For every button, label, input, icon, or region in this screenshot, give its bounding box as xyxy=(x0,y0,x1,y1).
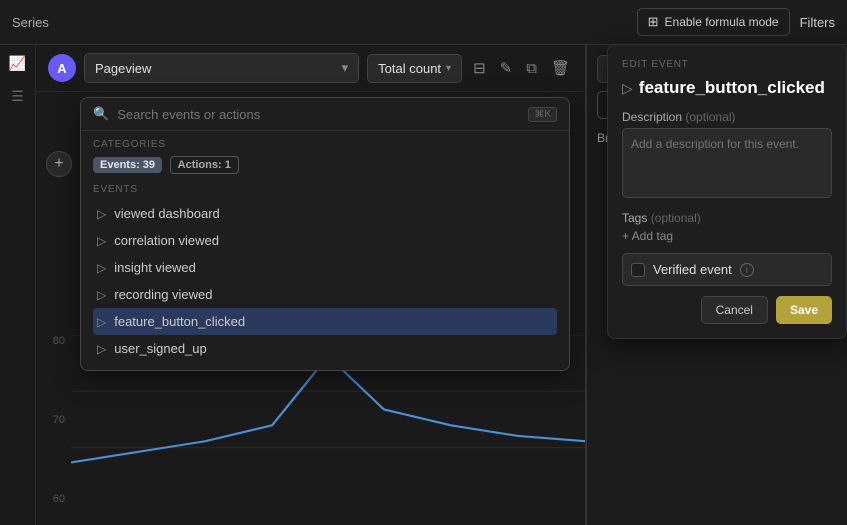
event-cursor-icon: ▷ xyxy=(97,261,106,275)
list-item-selected[interactable]: ▷ feature_button_clicked xyxy=(93,308,557,335)
event-cursor-icon: ▷ xyxy=(97,342,106,356)
event-search-dropdown: 🔍 ⌘K CATEGORIES Events: 39 Actions: 1 EV… xyxy=(80,97,570,371)
y-axis-labels: 80 70 60 xyxy=(36,335,71,505)
event-cursor-icon: ▷ xyxy=(97,207,106,221)
tags-section: Tags (optional) + Add tag xyxy=(622,211,832,243)
cancel-button[interactable]: Cancel xyxy=(701,296,768,324)
actions-badge[interactable]: Actions: 1 xyxy=(170,156,239,174)
description-label: Description (optional) xyxy=(622,110,832,124)
event-cursor-icon: ▷ xyxy=(97,315,106,329)
avatar: A xyxy=(48,54,76,82)
list-item[interactable]: ▷ user_signed_up xyxy=(93,335,557,362)
list-item[interactable]: ▷ viewed dashboard xyxy=(93,200,557,227)
total-count-button[interactable]: Total count ▾ xyxy=(367,54,462,83)
filters-label: Filters xyxy=(800,15,835,30)
list-item[interactable]: ▷ recording viewed xyxy=(93,281,557,308)
cursor-icon: ▷ xyxy=(622,80,633,97)
event-cursor-icon: ▷ xyxy=(97,288,106,302)
left-panel: A Pageview ▾ Total count ▾ ⊟ ✎ ⧉ 🗑 + 🔍 ⌘… xyxy=(36,45,586,525)
tags-label: Tags (optional) xyxy=(622,211,832,225)
keyboard-shortcut-icon: ⌘K xyxy=(528,107,557,122)
y-label: 80 xyxy=(53,335,65,347)
categories-label: CATEGORIES xyxy=(93,139,557,150)
copy-icon-button[interactable]: ⧉ xyxy=(523,57,540,80)
event-select-dropdown[interactable]: Pageview ▾ xyxy=(84,53,359,83)
event-list: ▷ viewed dashboard ▷ correlation viewed … xyxy=(93,200,557,362)
edit-event-title-row: ▷ feature_button_clicked xyxy=(622,78,832,98)
list-item[interactable]: ▷ insight viewed xyxy=(93,254,557,281)
edit-event-panel: EDIT EVENT ▷ feature_button_clicked Desc… xyxy=(607,44,847,339)
sidebar-icon-graph[interactable]: 📈 xyxy=(9,55,26,72)
list-item[interactable]: ▷ correlation viewed xyxy=(93,227,557,254)
verified-info-icon[interactable]: i xyxy=(740,263,754,277)
series-row: A Pageview ▾ Total count ▾ ⊟ ✎ ⧉ 🗑 xyxy=(36,45,585,92)
chevron-down-icon: ▾ xyxy=(342,60,349,76)
delete-icon-button[interactable]: 🗑 xyxy=(548,56,573,80)
chevron-down-icon: ▾ xyxy=(446,63,451,74)
dropdown-body: CATEGORIES Events: 39 Actions: 1 EVENTS … xyxy=(81,131,569,370)
search-icon: 🔍 xyxy=(93,106,109,122)
search-input[interactable] xyxy=(117,107,520,122)
filter-icon-button[interactable]: ⊟ xyxy=(470,56,489,80)
y-label: 70 xyxy=(53,414,65,426)
add-tag-button[interactable]: + Add tag xyxy=(622,229,673,243)
edit-event-name: feature_button_clicked xyxy=(639,78,825,98)
events-section-label: EVENTS xyxy=(93,184,557,195)
add-series-button[interactable]: + xyxy=(46,151,72,177)
edit-event-section-label: EDIT EVENT xyxy=(622,59,832,70)
formula-mode-button[interactable]: ⊞ Enable formula mode xyxy=(637,8,790,36)
sidebar-icon-list[interactable]: ☰ xyxy=(11,88,24,105)
verified-label: Verified event xyxy=(653,262,732,277)
formula-icon: ⊞ xyxy=(648,14,659,30)
action-buttons: Cancel Save xyxy=(622,296,832,324)
events-badge[interactable]: Events: 39 xyxy=(93,157,162,173)
verified-event-row: Verified event i xyxy=(622,253,832,286)
verified-checkbox[interactable] xyxy=(631,263,645,277)
search-box: 🔍 ⌘K xyxy=(81,98,569,131)
event-cursor-icon: ▷ xyxy=(97,234,106,248)
save-button[interactable]: Save xyxy=(776,296,832,324)
series-label: Series xyxy=(12,15,49,30)
description-textarea[interactable] xyxy=(622,128,832,198)
left-sidebar: 📈 ☰ xyxy=(0,45,36,525)
y-label: 60 xyxy=(53,493,65,505)
top-bar: Series ⊞ Enable formula mode Filters xyxy=(0,0,847,45)
edit-icon-button[interactable]: ✎ xyxy=(497,56,516,80)
